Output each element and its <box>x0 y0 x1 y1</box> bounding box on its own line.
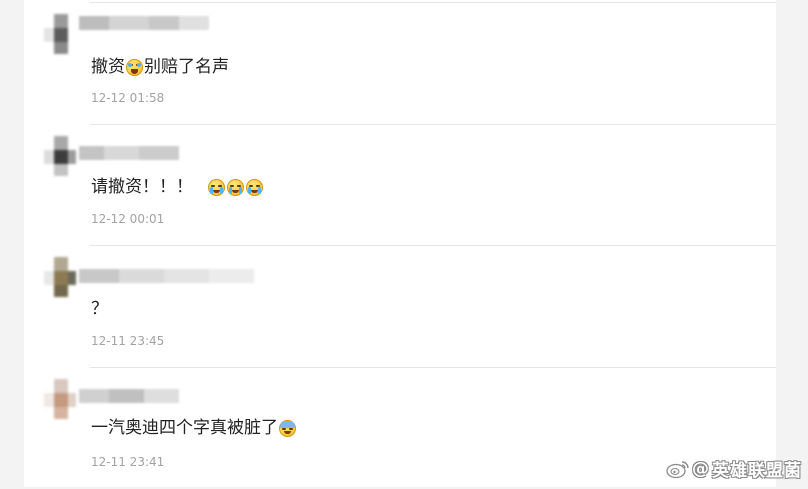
laughing-crying-emoji-icon <box>126 58 143 76</box>
comment-item: 一汽奥迪四个字真被脏了 12-11 23:41 <box>24 367 776 489</box>
comment-text: 一汽奥迪四个字真被脏了 <box>91 417 297 439</box>
comment-item: 撤资 别赔了名声 12-12 01:58 <box>24 2 776 124</box>
weibo-icon <box>666 459 690 479</box>
comment-timestamp: 12-11 23:41 <box>91 455 165 469</box>
comment-timestamp: 12-12 00:01 <box>91 212 165 226</box>
comment-text-part: 撤资 <box>91 57 125 77</box>
username-blurred[interactable] <box>79 269 254 283</box>
comment-list: 撤资别赔了名声 12-12 01:58 请撤资！！！ 12-12 00:01 <box>24 0 776 487</box>
comment-text: 请撤资！！！ <box>91 176 264 198</box>
comment-divider <box>90 124 776 125</box>
crying-emoji-icon <box>227 178 244 196</box>
comment-text: ？ <box>91 298 108 320</box>
username-blurred[interactable] <box>79 389 179 403</box>
avatar[interactable] <box>44 14 76 54</box>
comment-divider <box>90 367 776 368</box>
comment-timestamp: 12-11 23:45 <box>91 334 165 348</box>
watermark-text: 英雄联盟菌 <box>712 461 802 481</box>
crying-emoji-icon <box>246 178 263 196</box>
username-blurred[interactable] <box>79 146 179 160</box>
comment-divider <box>90 245 776 246</box>
comment-item: ？ 12-11 23:45 <box>24 245 776 367</box>
username-blurred[interactable] <box>79 16 209 30</box>
avatar[interactable] <box>44 257 76 297</box>
frozen-emoji-icon <box>279 419 296 437</box>
comment-text-part: 一汽奥迪四个字真被脏了 <box>91 418 278 438</box>
avatar[interactable] <box>44 379 76 419</box>
comment-text-part: 请撤资！！！ <box>91 177 193 197</box>
comment-divider <box>90 2 776 3</box>
crying-emoji-icon <box>208 178 225 196</box>
comment-item: 请撤资！！！ 12-12 00:01 <box>24 124 776 246</box>
comment-text-part: ？ <box>91 299 108 319</box>
comment-text-part: 别赔了名声 <box>144 57 229 77</box>
comment-timestamp: 12-12 01:58 <box>91 91 165 105</box>
watermark: @ 英雄联盟菌 <box>666 456 802 481</box>
watermark-at-sign: @ <box>692 458 710 479</box>
avatar[interactable] <box>44 136 76 176</box>
comment-text: 撤资 别赔了名声 <box>91 56 229 78</box>
